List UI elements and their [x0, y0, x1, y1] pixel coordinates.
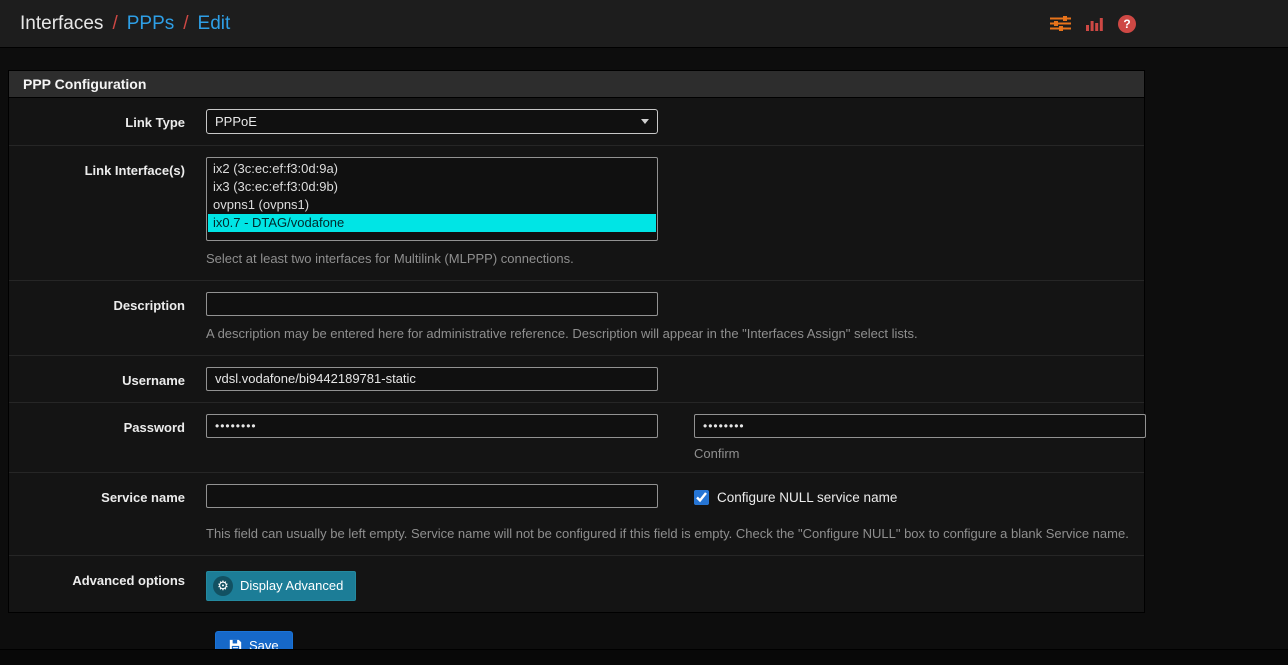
help-icon[interactable]: ? — [1118, 15, 1136, 33]
top-navbar: Interfaces / PPPs / Edit — [0, 0, 1288, 48]
bottom-strip — [0, 649, 1288, 665]
service-name-label: Service name — [9, 484, 206, 544]
link-interfaces-row: Link Interface(s) ix2 (3c:ec:ef:f3:0d:9a… — [9, 146, 1144, 281]
password-confirm-label: Confirm — [694, 446, 1146, 461]
listbox-option-selected[interactable]: ix0.7 - DTAG/vodafone — [208, 214, 656, 232]
monitoring-chart-icon[interactable] — [1086, 17, 1103, 31]
link-type-label: Link Type — [9, 109, 206, 134]
description-row: Description A description may be entered… — [9, 281, 1144, 356]
advanced-options-label: Advanced options — [9, 567, 206, 601]
link-interfaces-help: Select at least two interfaces for Multi… — [206, 250, 1136, 269]
ppp-configuration-panel: PPP Configuration Link Type PPPoE Link I… — [8, 70, 1145, 613]
configure-null-checkbox[interactable] — [694, 490, 709, 505]
description-label: Description — [9, 292, 206, 344]
breadcrumb-edit-link[interactable]: Edit — [198, 13, 231, 35]
display-advanced-label: Display Advanced — [240, 578, 343, 593]
breadcrumb-separator: / — [183, 13, 188, 35]
breadcrumb-ppps-link[interactable]: PPPs — [127, 13, 175, 35]
username-label: Username — [9, 367, 206, 391]
advanced-options-row: Advanced options ⚙ Display Advanced — [9, 556, 1144, 612]
listbox-option[interactable]: ovpns1 (ovpns1) — [208, 196, 656, 214]
service-name-input[interactable] — [206, 484, 658, 508]
gear-icon: ⚙ — [213, 576, 233, 596]
display-advanced-button[interactable]: ⚙ Display Advanced — [206, 571, 356, 601]
service-name-row: Service name Configure NULL service name… — [9, 473, 1144, 556]
status-sliders-icon[interactable] — [1050, 16, 1071, 31]
breadcrumb: Interfaces / PPPs / Edit — [20, 13, 230, 35]
link-type-row: Link Type PPPoE — [9, 98, 1144, 146]
help-question-glyph: ? — [1118, 15, 1136, 33]
password-row: Password Confirm — [9, 403, 1144, 473]
listbox-option[interactable]: ix2 (3c:ec:ef:f3:0d:9a) — [208, 160, 656, 178]
link-interfaces-label: Link Interface(s) — [9, 157, 206, 269]
description-help: A description may be entered here for ad… — [206, 325, 1136, 344]
listbox-option[interactable]: ix3 (3c:ec:ef:f3:0d:9b) — [208, 178, 656, 196]
breadcrumb-interfaces: Interfaces — [20, 13, 103, 35]
link-type-select[interactable]: PPPoE — [206, 109, 658, 134]
breadcrumb-separator: / — [112, 13, 117, 35]
panel-title: PPP Configuration — [9, 71, 1144, 98]
topbar-icons: ? — [1050, 15, 1136, 33]
description-input[interactable] — [206, 292, 658, 316]
username-input[interactable] — [206, 367, 658, 391]
username-row: Username — [9, 356, 1144, 403]
service-name-help: This field can usually be left empty. Se… — [206, 525, 1146, 544]
password-input[interactable] — [206, 414, 658, 438]
password-label: Password — [9, 414, 206, 461]
password-confirm-input[interactable] — [694, 414, 1146, 438]
link-interfaces-listbox[interactable]: ix2 (3c:ec:ef:f3:0d:9a) ix3 (3c:ec:ef:f3… — [206, 157, 658, 241]
configure-null-label[interactable]: Configure NULL service name — [717, 490, 897, 505]
